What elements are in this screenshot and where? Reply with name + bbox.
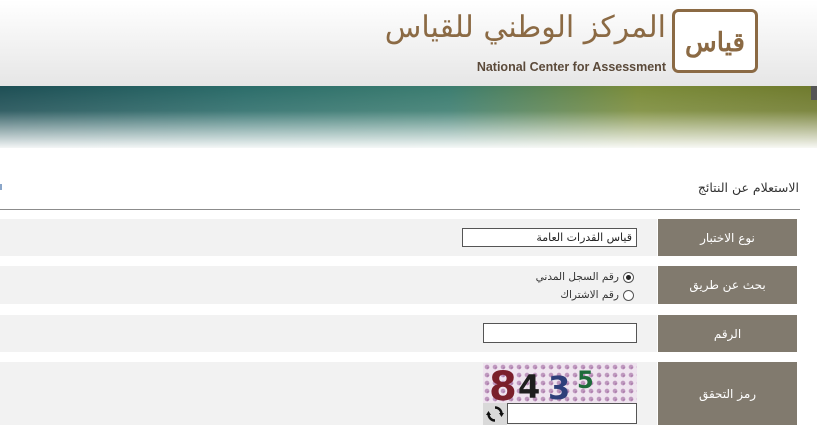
radio-subscription[interactable] bbox=[623, 289, 634, 301]
captcha-digit: 3 bbox=[548, 369, 571, 403]
title-divider bbox=[0, 209, 800, 210]
captcha-label: رمز التحقق bbox=[658, 362, 797, 425]
number-input[interactable] bbox=[483, 323, 637, 343]
scrollbar-edge bbox=[811, 86, 817, 100]
captcha-digit: 8 bbox=[489, 364, 517, 403]
qiyas-logo-icon: قياس bbox=[672, 9, 758, 73]
search-option-civil-id[interactable]: رقم السجل المدني bbox=[536, 270, 634, 284]
search-option-subscription[interactable]: رقم الاشتراك bbox=[560, 288, 634, 302]
test-type-select[interactable]: قياس القدرات العامة bbox=[462, 228, 637, 247]
number-label: الرقم bbox=[658, 315, 797, 352]
test-type-label: نوع الاختبار bbox=[658, 219, 797, 256]
refresh-icon[interactable] bbox=[483, 403, 507, 425]
left-edge-marker bbox=[0, 184, 2, 190]
logo-mark-text: قياس bbox=[685, 28, 745, 58]
logo-arabic-text: المركز الوطني للقياس bbox=[384, 10, 666, 45]
captcha-input[interactable] bbox=[507, 403, 637, 424]
search-by-label: بحث عن طريق bbox=[658, 266, 797, 304]
captcha-digit: 4 bbox=[518, 368, 541, 403]
logo-english-text: National Center for Assessment bbox=[476, 60, 666, 74]
captcha-digit: 5 bbox=[577, 366, 594, 394]
header-banner bbox=[0, 86, 817, 148]
radio-civil-id-label: رقم السجل المدني bbox=[535, 271, 619, 283]
radio-civil-id[interactable] bbox=[623, 271, 634, 283]
site-header: المركز الوطني للقياس National Center for… bbox=[0, 0, 817, 86]
captcha-image: 8 4 3 5 bbox=[483, 363, 637, 403]
radio-subscription-label: رقم الاشتراك bbox=[560, 289, 619, 301]
page-title: الاستعلام عن النتائج bbox=[697, 180, 799, 195]
